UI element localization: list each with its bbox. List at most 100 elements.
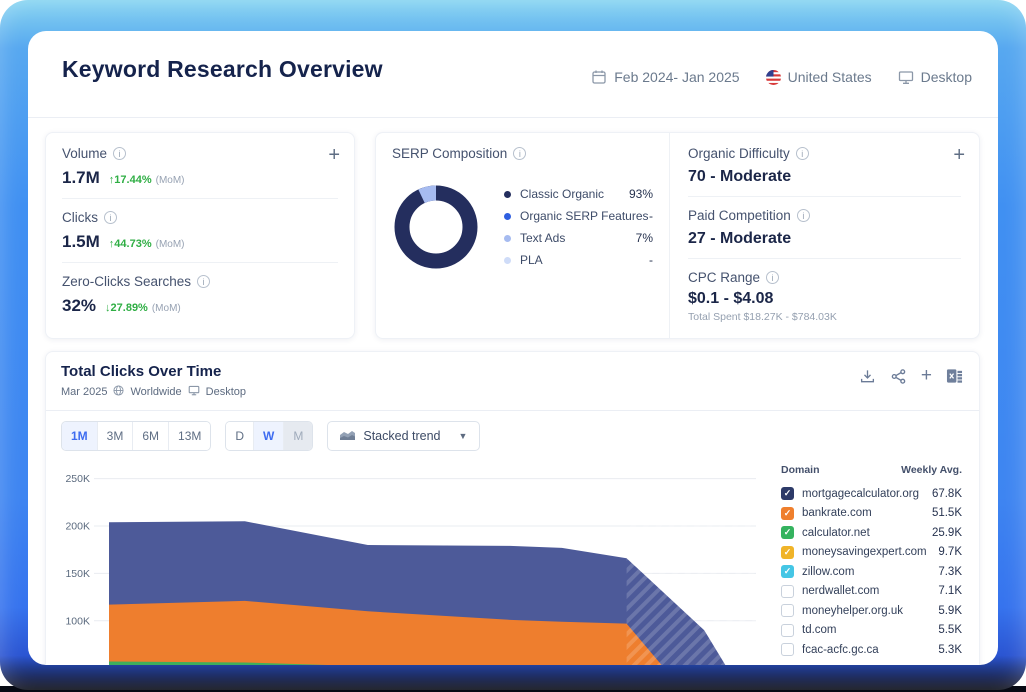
metric-value: $0.1 - $4.08 bbox=[688, 290, 773, 308]
device-filter[interactable]: Desktop bbox=[898, 69, 972, 85]
legend-row[interactable]: ✓ bankrate.com 51.5K bbox=[781, 504, 962, 524]
header-filters: Feb 2024- Jan 2025 United States bbox=[591, 69, 972, 85]
info-icon[interactable]: i bbox=[197, 275, 210, 288]
granularity-week[interactable]: W bbox=[253, 422, 283, 450]
domain-checkbox[interactable] bbox=[781, 643, 794, 656]
legend-dot bbox=[504, 213, 511, 220]
export-excel-button[interactable] bbox=[946, 368, 963, 384]
serp-donut-chart bbox=[392, 183, 480, 271]
chart-device-label: Desktop bbox=[206, 386, 246, 398]
info-icon[interactable]: i bbox=[104, 211, 117, 224]
legend-row[interactable]: ✓ calculator.net 25.9K bbox=[781, 523, 962, 543]
difficulty-panel: + Organic Difficulty i 70 - Moderate Pai… bbox=[669, 133, 979, 338]
metric-change: ↓27.89% bbox=[105, 302, 148, 314]
granularity-month[interactable]: M bbox=[283, 422, 312, 450]
download-button[interactable] bbox=[859, 368, 876, 385]
range-13m[interactable]: 13M bbox=[168, 422, 210, 450]
serp-legend-item[interactable]: Text Ads 7% bbox=[504, 227, 653, 249]
mom-label: (MoM) bbox=[152, 303, 181, 314]
range-3m[interactable]: 3M bbox=[97, 422, 133, 450]
svg-text:100K: 100K bbox=[65, 615, 90, 627]
svg-text:200K: 200K bbox=[65, 521, 90, 533]
header-divider bbox=[28, 117, 998, 118]
device-label: Desktop bbox=[921, 69, 972, 85]
clicks-area-chart: 250K 200K 150K 100K bbox=[56, 464, 766, 665]
trend-view-dropdown[interactable]: Stacked trend ▼ bbox=[327, 421, 480, 451]
stacked-area-icon bbox=[340, 429, 355, 443]
serp-difficulty-card: SERP Composition i Classic Organic 93% bbox=[375, 132, 980, 339]
domain-checkbox[interactable] bbox=[781, 585, 794, 598]
domain-checkbox[interactable] bbox=[781, 624, 794, 637]
caret-down-icon: ▼ bbox=[459, 431, 468, 441]
desktop-icon bbox=[188, 385, 200, 399]
serp-legend: Classic Organic 93% Organic SERP Feature… bbox=[504, 183, 653, 271]
domain-checkbox[interactable] bbox=[781, 604, 794, 617]
metrics-card: + Volume i 1.7M ↑17.44% (MoM) Clicks i bbox=[45, 132, 355, 339]
metric-label: Zero-Clicks Searches bbox=[62, 274, 191, 289]
add-metric-button[interactable]: + bbox=[328, 145, 340, 165]
section-subtitle: Mar 2025 Worldwide Desktop bbox=[61, 385, 246, 399]
date-range-label: Feb 2024- Jan 2025 bbox=[614, 69, 739, 85]
us-flag-icon bbox=[766, 70, 781, 85]
metric-volume: Volume i 1.7M ↑17.44% (MoM) bbox=[62, 135, 338, 198]
legend-row[interactable]: moneyhelper.org.uk 5.9K bbox=[781, 601, 962, 621]
domain-checkbox[interactable]: ✓ bbox=[781, 565, 794, 578]
range-6m[interactable]: 6M bbox=[132, 422, 168, 450]
calendar-icon bbox=[591, 69, 607, 85]
legend-dot bbox=[504, 191, 511, 198]
metric-change: ↑17.44% bbox=[109, 174, 152, 186]
domain-checkbox[interactable]: ✓ bbox=[781, 526, 794, 539]
domain-checkbox[interactable]: ✓ bbox=[781, 487, 794, 500]
info-icon[interactable]: i bbox=[113, 147, 126, 160]
column-header-weekly-avg: Weekly Avg. bbox=[901, 464, 962, 476]
panel-divider bbox=[46, 410, 979, 411]
info-icon[interactable]: i bbox=[513, 147, 526, 160]
metric-value: 70 - Moderate bbox=[688, 168, 791, 186]
metric-organic-difficulty: Organic Difficulty i 70 - Moderate bbox=[688, 135, 961, 196]
metric-label: Paid Competition bbox=[688, 208, 791, 223]
legend-row[interactable]: nerdwallet.com 7.1K bbox=[781, 582, 962, 602]
legend-dot bbox=[504, 257, 511, 264]
domain-checkbox[interactable]: ✓ bbox=[781, 507, 794, 520]
granularity-toggle: D W M bbox=[225, 421, 313, 451]
total-clicks-panel: Total Clicks Over Time Mar 2025 Worldwid… bbox=[45, 351, 980, 665]
panel-actions: + bbox=[859, 365, 963, 387]
metric-label: Clicks bbox=[62, 210, 98, 225]
info-icon[interactable]: i bbox=[796, 147, 809, 160]
legend-row[interactable]: ✓ zillow.com 7.3K bbox=[781, 562, 962, 582]
serp-legend-item[interactable]: PLA - bbox=[504, 249, 653, 271]
share-icon bbox=[890, 368, 907, 385]
serp-legend-item[interactable]: Classic Organic 93% bbox=[504, 183, 653, 205]
share-button[interactable] bbox=[890, 368, 907, 385]
chart-date-label: Mar 2025 bbox=[61, 386, 107, 398]
serp-legend-item[interactable]: Organic SERP Features - bbox=[504, 205, 653, 227]
svg-text:150K: 150K bbox=[65, 568, 90, 580]
granularity-day[interactable]: D bbox=[226, 422, 253, 450]
info-icon[interactable]: i bbox=[797, 209, 810, 222]
metric-value: 1.7M bbox=[62, 168, 100, 188]
section-title: Total Clicks Over Time bbox=[61, 363, 221, 380]
range-1m[interactable]: 1M bbox=[62, 422, 97, 450]
kpi-cards-row: + Volume i 1.7M ↑17.44% (MoM) Clicks i bbox=[45, 132, 980, 339]
domain-checkbox[interactable]: ✓ bbox=[781, 546, 794, 559]
metric-value: 27 - Moderate bbox=[688, 230, 791, 248]
mom-label: (MoM) bbox=[156, 175, 185, 186]
legend-row[interactable]: ✓ moneysavingexpert.com 9.7K bbox=[781, 543, 962, 563]
serp-title: SERP Composition bbox=[392, 146, 507, 161]
metric-label: CPC Range bbox=[688, 270, 760, 285]
screenshot-frame: Keyword Research Overview Feb 2024- Jan … bbox=[0, 0, 1026, 690]
add-to-dashboard-button[interactable]: + bbox=[921, 365, 932, 387]
legend-row[interactable]: fcac-acfc.gc.ca 5.3K bbox=[781, 640, 962, 660]
metric-value: 32% bbox=[62, 296, 96, 316]
scope-label: Worldwide bbox=[130, 386, 181, 398]
cpc-total-spent: Total Spent $18.27K - $784.03K bbox=[688, 311, 961, 323]
metric-value: 1.5M bbox=[62, 232, 100, 252]
country-filter[interactable]: United States bbox=[766, 69, 872, 85]
legend-row[interactable]: ✓ mortgagecalculator.org 67.8K bbox=[781, 484, 962, 504]
download-icon bbox=[859, 368, 876, 385]
add-metric-button[interactable]: + bbox=[953, 145, 965, 165]
date-range-filter[interactable]: Feb 2024- Jan 2025 bbox=[591, 69, 739, 85]
info-icon[interactable]: i bbox=[766, 271, 779, 284]
legend-row[interactable]: td.com 5.5K bbox=[781, 621, 962, 641]
svg-text:250K: 250K bbox=[65, 473, 90, 485]
